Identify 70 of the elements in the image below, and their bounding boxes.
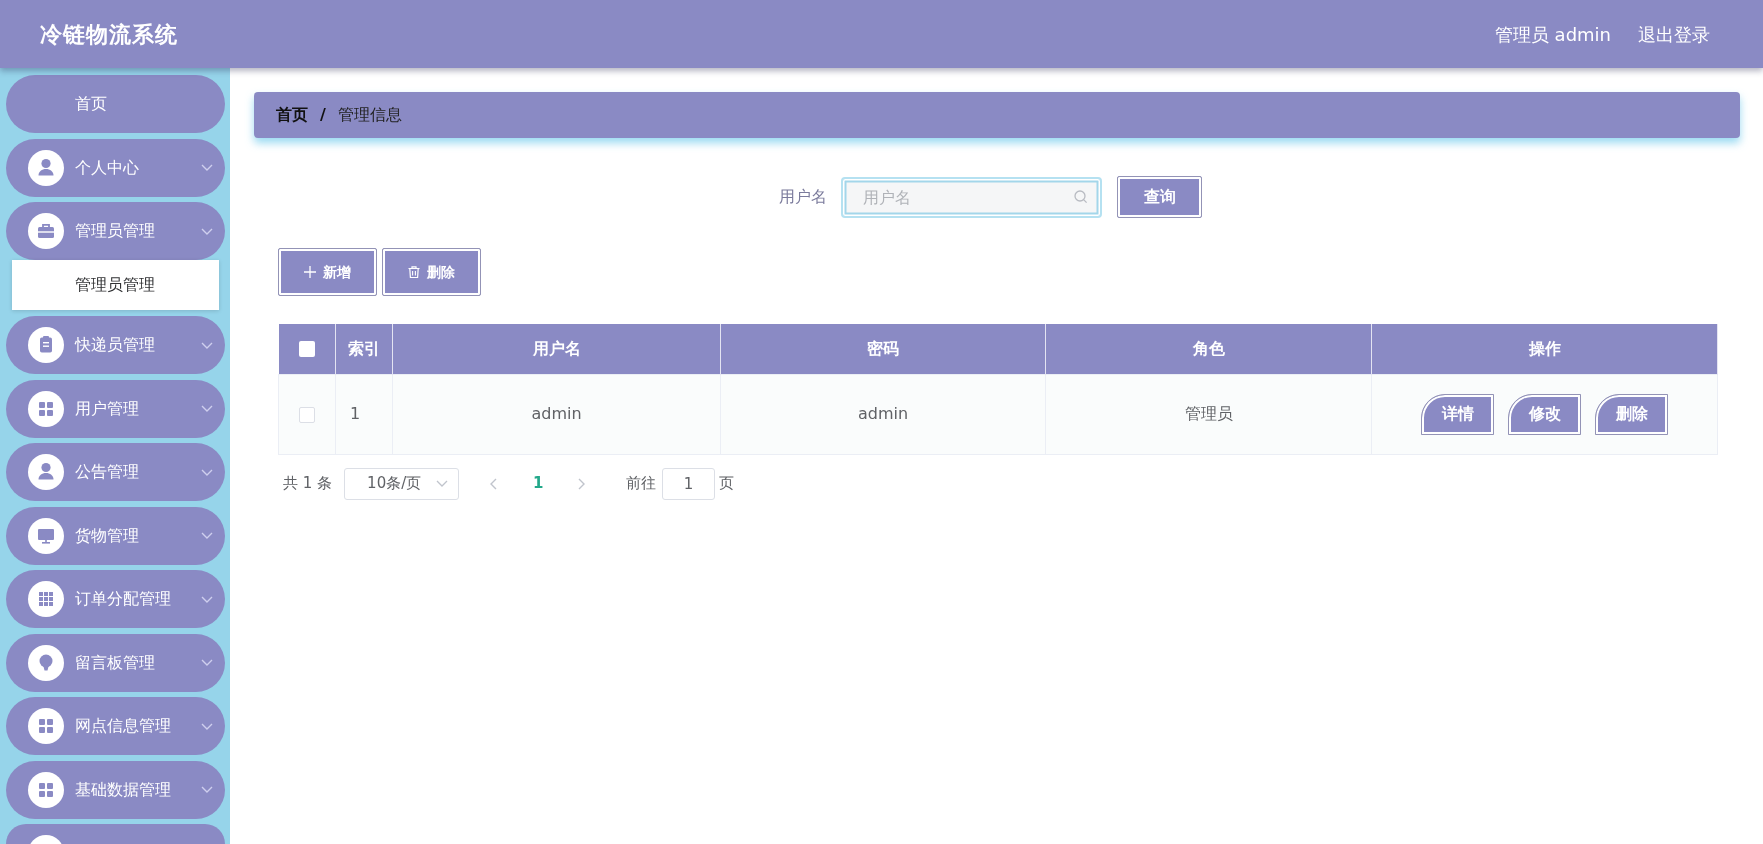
chevron-down-icon [201,595,213,603]
chevron-down-icon [201,722,213,730]
search-field[interactable]: 用户名 [841,176,1102,218]
plus-icon [304,266,316,278]
column-header: 密码 [720,324,1046,374]
table-cell: admin [392,374,721,454]
clipboard-icon [28,327,64,363]
user-icon [28,149,64,186]
grid-icon [28,771,64,808]
sidebar-item[interactable] [6,824,225,844]
delete-button[interactable]: 删除 [1595,393,1668,435]
breadcrumb-separator: / [320,104,326,126]
chevron-down-icon [201,532,213,539]
sidebar-item[interactable]: 个人中心 [6,138,225,197]
app-title: 冷链物流系统 [40,20,178,49]
detail-button[interactable]: 详情 [1421,393,1494,435]
bulb-icon [28,644,64,681]
sidebar-item[interactable]: 用户管理 [6,379,225,438]
grid-icon [28,390,64,427]
column-header: 操作 [1371,324,1718,374]
page-number[interactable]: 1 [523,467,554,500]
trash-icon [408,266,420,278]
search-button[interactable]: 查询 [1117,176,1202,218]
total-count: 共 1 条 [283,473,333,495]
grid-icon [28,581,64,617]
goto-label: 前往 [626,473,657,495]
sidebar-item[interactable]: 管理员管理 [6,202,225,260]
row-checkbox[interactable] [299,406,315,423]
user-icon [28,454,64,490]
sidebar-item[interactable]: 公告管理 [6,443,225,501]
sidebar-item[interactable]: 订单分配管理 [6,570,225,628]
sidebar-item[interactable]: 网点信息管理 [6,697,225,755]
chevron-down-icon [201,786,213,793]
sidebar-item[interactable]: 首页 [6,75,225,133]
briefcase-icon [28,213,64,249]
breadcrumb-current: 管理信息 [337,104,402,126]
sidebar-item[interactable]: 留言板管理 [6,633,225,692]
chevron-down-icon [436,480,449,487]
table-cell: 管理员 [1045,374,1372,454]
grid-icon [28,708,64,744]
submenu-item[interactable]: 管理员管理 [12,260,219,310]
chevron-down-icon [201,468,213,476]
breadcrumb-link[interactable]: 首页 [276,103,308,127]
sidebar-item[interactable]: 快递员管理 [6,316,225,374]
chevron-down-icon [201,405,213,412]
logout-link[interactable]: 退出登录 [1638,20,1710,48]
search-icon [1074,189,1088,204]
sidebar-item[interactable]: 货物管理 [6,506,225,565]
page-size-select[interactable]: 10条/页 [344,467,460,500]
user-name: 管理员 admin [1494,22,1611,47]
column-header: 角色 [1045,324,1372,374]
delete-button[interactable]: 删除 [382,248,481,296]
table-cell: 1 [335,374,393,454]
column-header: 索引 [335,324,393,374]
chevron-down-icon [201,341,213,349]
column-header: 用户名 [392,324,721,374]
table-cell: admin [720,374,1046,454]
page-input[interactable]: 1 [662,467,716,500]
chevron-down-icon [201,659,213,666]
add-button[interactable]: 新增 [278,248,377,296]
sidebar-item[interactable]: 基础数据管理 [6,760,225,819]
chevron-right-icon [577,477,585,490]
monitor-icon [28,517,64,554]
select-all-checkbox[interactable] [298,341,315,358]
edit-button[interactable]: 修改 [1508,393,1581,435]
chevron-down-icon [201,227,213,235]
chevron-left-icon [489,477,497,490]
page-suffix: 页 [719,473,735,495]
chevron-down-icon [201,164,213,171]
search-label: 用户名 [779,186,827,208]
